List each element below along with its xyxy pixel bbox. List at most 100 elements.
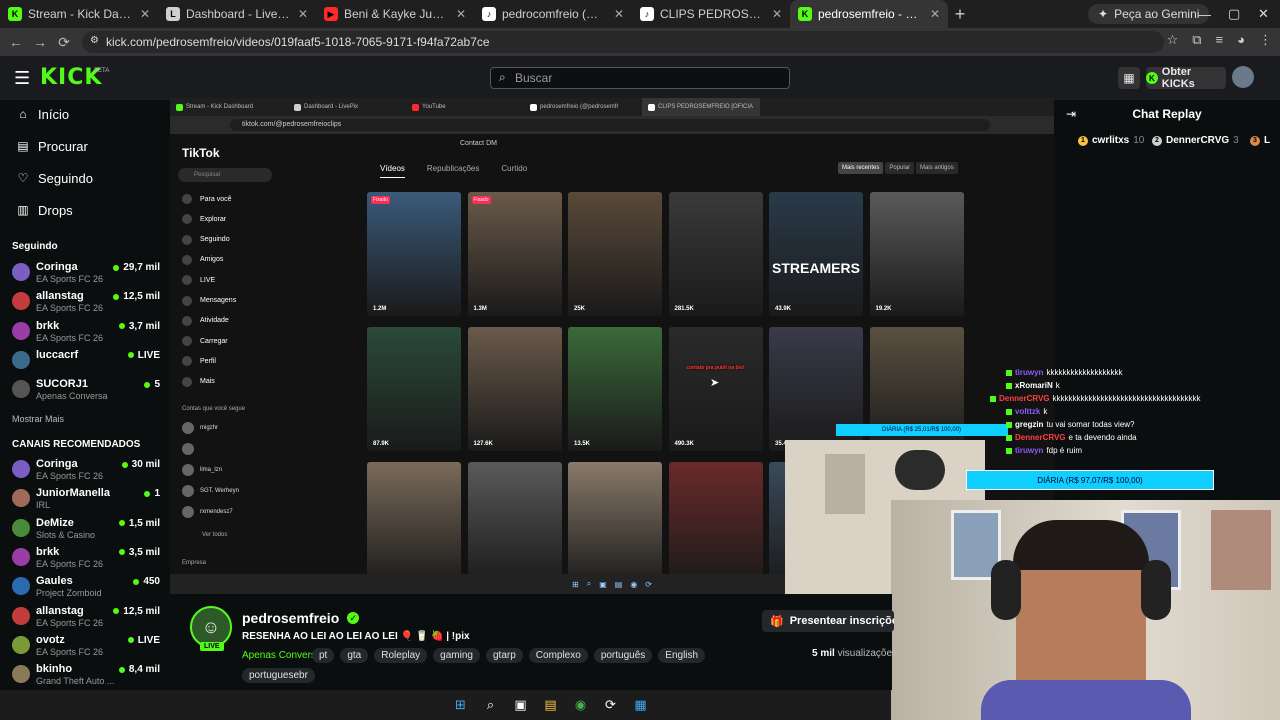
live-dot-icon	[113, 264, 120, 271]
video-tab-title: pedrosemfreio (@pedrosemfr	[540, 104, 619, 110]
viewer-count: 3,7 mil	[128, 320, 160, 332]
maximize-button[interactable]: ▢	[1228, 0, 1240, 28]
browser-tab[interactable]: ♪ pedrocomfreio (@pedrocomfre ✕	[474, 0, 632, 28]
channel-item[interactable]: JuniorManella IRL 1	[12, 487, 160, 513]
channel-name: ovotz	[36, 633, 65, 646]
channel-item[interactable]: allanstag EA Sports FC 26 12,5 mil	[12, 290, 160, 316]
browser-tab[interactable]: Kpedrosemfreio - Watch the ✕	[790, 0, 948, 28]
live-dot-icon	[113, 608, 120, 614]
gifter-name: L	[1264, 135, 1271, 146]
tiktok-video-thumbnail	[668, 462, 763, 586]
channel-item[interactable]: Coringa EA Sports FC 26 29,7 mil	[12, 261, 160, 287]
sidebar-nav-item[interactable]: ▥ Drops	[16, 200, 72, 220]
task-view-icon[interactable]: ▣	[512, 696, 530, 714]
reload-icon[interactable]: ⟳	[52, 34, 76, 51]
forward-icon[interactable]: →	[28, 34, 52, 50]
tiktok-profile-tabs: Vídeos Republicações Curtido	[380, 164, 527, 178]
tab-close-icon[interactable]: ✕	[456, 7, 466, 21]
show-more-link[interactable]: Mostrar Mais	[12, 414, 64, 424]
tiktok-account-avatar	[182, 422, 194, 434]
tab-title: Dashboard - LivePix	[186, 7, 292, 21]
bookmark-star-icon[interactable]: ☆	[1167, 32, 1179, 48]
video-browser-tab: YouTube	[406, 98, 524, 116]
gemini-button[interactable]: ✦ Peça ao Gemini	[1088, 4, 1210, 24]
channel-avatar	[12, 665, 30, 684]
thumbnail-views: 490.3K	[674, 441, 694, 447]
extensions-icon[interactable]: ⧉	[1192, 32, 1201, 48]
gift-subs-button[interactable]: 🎁 Presentear inscrições	[762, 610, 894, 632]
tab-close-icon[interactable]: ✕	[298, 7, 308, 21]
back-icon[interactable]: ←	[4, 34, 28, 50]
channel-viewers: 30 mil	[121, 459, 160, 470]
channel-game: Apenas Conversa	[36, 391, 108, 402]
live-dot-icon	[127, 352, 134, 359]
browser-tab[interactable]: L Dashboard - LivePix ✕	[158, 0, 316, 28]
sidebar-nav-item[interactable]: ⌂ Início	[16, 104, 69, 124]
browser-tab[interactable]: ▶ Beni & Kayke Juan - "Menor Pr ✕	[316, 0, 474, 28]
channel-item[interactable]: Gaules Project Zomboid 450	[12, 575, 160, 601]
search-icon[interactable]: ⌕	[482, 696, 500, 714]
tiktok-account-avatar	[182, 443, 194, 455]
tab-close-icon[interactable]: ✕	[614, 7, 624, 21]
app-icon[interactable]: ⟳	[602, 696, 620, 714]
tiktok-nav-item: Explorar	[182, 214, 226, 225]
tiktok-account-name: migzhr	[200, 425, 219, 431]
streamer-name[interactable]: pedrosemfreio	[242, 610, 339, 626]
viewer-count: 29,7 mil	[123, 262, 160, 273]
overlay-chat-user: xRomariN	[1015, 381, 1053, 390]
tag-chip[interactable]: pt	[312, 648, 335, 663]
get-kicks-button[interactable]: K Obter KICKs	[1146, 66, 1226, 90]
tiktok-account: SGT. Werheyn	[182, 485, 239, 497]
chrome-icon[interactable]: ◉	[572, 696, 590, 714]
hamburger-menu-icon[interactable]: ☰	[14, 68, 30, 89]
tab-close-icon[interactable]: ✕	[140, 7, 150, 21]
channel-item[interactable]: luccacrf LIVE	[12, 349, 160, 375]
tag-chip[interactable]: Complexo	[528, 648, 588, 663]
tag-chip[interactable]: English	[658, 648, 706, 663]
channel-game: EA Sports FC 26	[36, 471, 104, 481]
browser-tab[interactable]: K Stream - Kick Dashboard ✕	[0, 0, 158, 28]
stream-category[interactable]: Apenas Conversa	[242, 650, 322, 661]
tag-chip[interactable]: gta	[340, 648, 369, 663]
browser-tab[interactable]: ♪ CLIPS PEDROSEMFREIO [OFICIA ✕	[632, 0, 790, 28]
channel-item[interactable]: bkinho Grand Theft Auto ... 8,4 mil	[12, 663, 160, 689]
channel-item[interactable]: allanstag EA Sports FC 26 12,5 mil	[12, 605, 160, 631]
search-placeholder: Buscar	[515, 71, 553, 85]
tag-chip[interactable]: gtarp	[485, 648, 523, 663]
layout-icon[interactable]: ▦	[1118, 67, 1140, 89]
tag-chip[interactable]: Roleplay	[374, 648, 428, 663]
channel-item[interactable]: Coringa EA Sports FC 26 30 mil	[12, 458, 160, 484]
search-input[interactable]: ⌕ Buscar	[490, 67, 790, 89]
close-window-button[interactable]: ✕	[1258, 0, 1269, 28]
reading-list-icon[interactable]: ≡	[1216, 32, 1224, 48]
tag-chip[interactable]: portuguesebr	[242, 668, 315, 683]
site-info-icon[interactable]: ⚙	[90, 35, 99, 46]
file-explorer-icon[interactable]: ▤	[542, 696, 560, 714]
start-icon[interactable]: ⊞	[452, 696, 470, 714]
profile-icon[interactable]: ◕	[1237, 32, 1245, 48]
minimize-button[interactable]: —	[1198, 0, 1211, 28]
new-tab-icon[interactable]: +	[948, 4, 972, 25]
channel-item[interactable]: DeMize Slots & Casino 1,5 mil	[12, 517, 160, 543]
sidebar-nav-item[interactable]: ♡ Seguindo	[16, 168, 93, 188]
notepad-icon[interactable]: ▦	[632, 696, 650, 714]
tiktok-nav-icon	[182, 234, 192, 245]
overlay-chat-user: DennerCRVG	[999, 394, 1050, 403]
channel-viewers: LIVE	[127, 635, 160, 646]
tag-chip[interactable]: gaming	[433, 648, 480, 663]
tab-close-icon[interactable]: ✕	[772, 7, 782, 21]
channel-item[interactable]: ovotz EA Sports FC 26 LIVE	[12, 634, 160, 660]
url-bar[interactable]: ⚙ kick.com/pedrosemfreio/videos/019faaf5…	[82, 31, 1164, 53]
menu-icon[interactable]: ⋮	[1259, 32, 1272, 48]
chat-badge-icon	[1006, 421, 1012, 428]
tiktok-following-title: Contas que você segue	[182, 406, 246, 412]
sidebar-nav-item[interactable]: ▤ Procurar	[16, 136, 88, 156]
channel-item[interactable]: brkk EA Sports FC 26 3,7 mil	[12, 320, 160, 346]
tiktok-nav-item: Perfil	[182, 356, 216, 367]
tag-chip[interactable]: português	[593, 648, 653, 663]
user-avatar[interactable]	[1232, 66, 1254, 88]
channel-item[interactable]: SUCORJ1 Apenas Conversa 5	[12, 378, 160, 404]
tab-close-icon[interactable]: ✕	[930, 7, 940, 21]
video-tab-favicon-icon	[176, 103, 183, 111]
channel-item[interactable]: brkk EA Sports FC 26 3,5 mil	[12, 546, 160, 572]
